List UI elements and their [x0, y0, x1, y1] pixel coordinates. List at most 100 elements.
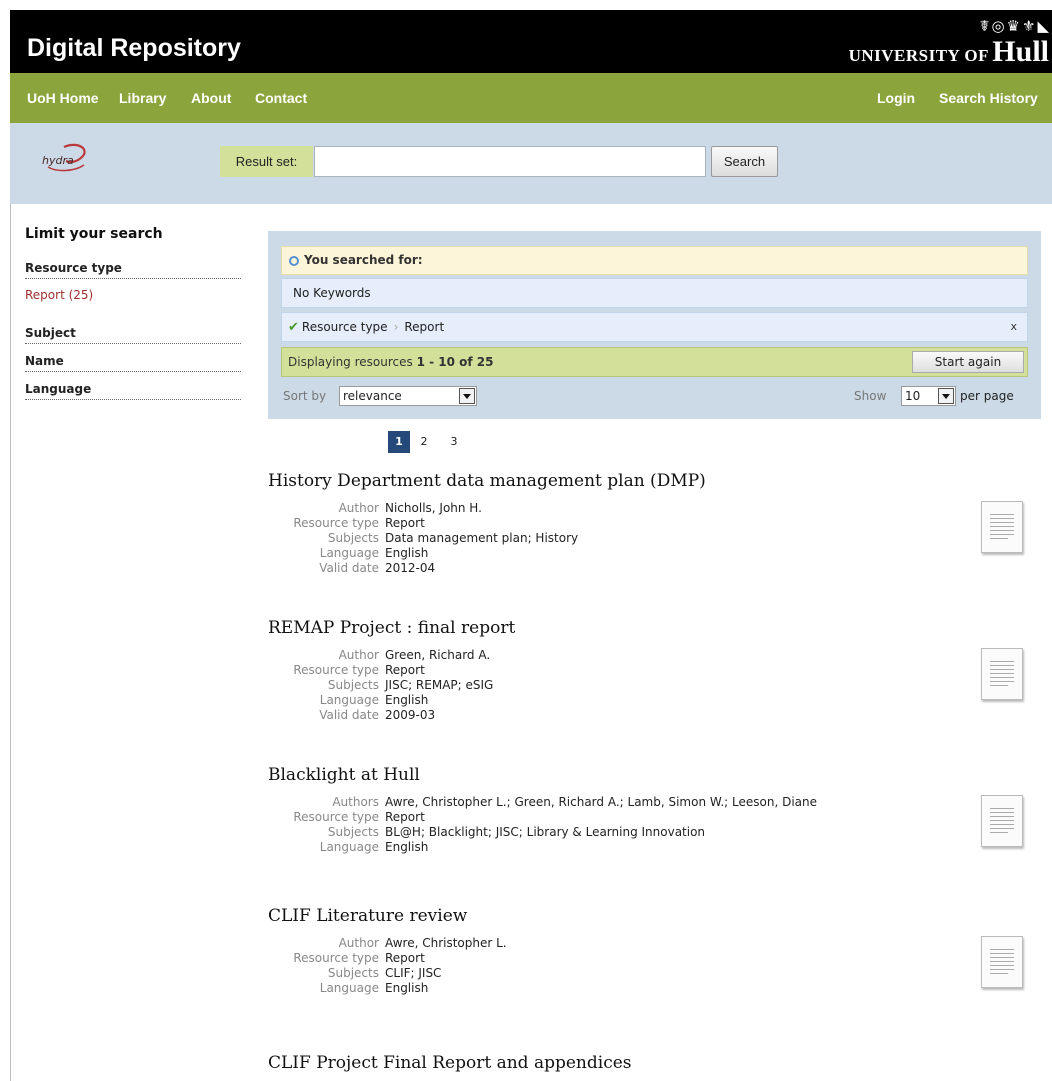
- main-nav: UoH Home Library About Contact Login Sea…: [10, 73, 1052, 123]
- field-label: Resource type: [293, 951, 379, 965]
- result-set-label: Result set:: [220, 146, 313, 177]
- remove-constraint-button[interactable]: x: [1010, 313, 1017, 341]
- field-label: Author: [338, 501, 379, 515]
- document-thumbnail-icon[interactable]: [981, 795, 1023, 847]
- hydra-logo-text: hydra: [42, 154, 74, 167]
- site-title[interactable]: Digital Repository: [27, 34, 241, 63]
- results-count-bar: Displaying resources 1 - 10 of 25 Start …: [281, 347, 1028, 377]
- page-2[interactable]: 2: [413, 431, 435, 453]
- document-thumbnail-icon[interactable]: [981, 936, 1023, 988]
- no-keywords: No Keywords: [281, 278, 1028, 308]
- facet-sidebar: Limit your search Resource type Report (…: [25, 226, 241, 400]
- constraint-field: Resource type: [301, 320, 388, 334]
- per-page-selected-value: 10: [905, 389, 921, 403]
- page-3[interactable]: 3: [443, 431, 465, 453]
- field-value: Awre, Christopher L.; Green, Richard A.;…: [385, 795, 818, 809]
- facet-subject[interactable]: Subject: [25, 326, 241, 344]
- result-title[interactable]: REMAP Project : final report: [268, 618, 1028, 640]
- checkmark-icon: ✔: [288, 320, 299, 335]
- field-value: English: [385, 546, 429, 560]
- document-thumbnail-icon[interactable]: [981, 648, 1023, 700]
- search-constraints-panel: You searched for: No Keywords ✔ Resource …: [268, 231, 1041, 419]
- nav-contact[interactable]: Contact: [255, 90, 307, 106]
- result-item: CLIF Project Final Report and appendices: [268, 1053, 1028, 1075]
- university-logo-big-text: Hull: [992, 35, 1049, 68]
- sort-by-label: Sort by: [283, 389, 327, 403]
- field-value: BL@H; Blacklight; JISC; Library & Learni…: [385, 825, 706, 839]
- field-value: English: [385, 981, 429, 995]
- nav-library[interactable]: Library: [119, 90, 166, 106]
- field-value: Data management plan; History: [385, 531, 579, 545]
- result-item: History Department data management plan …: [268, 471, 1028, 576]
- limit-search-heading: Limit your search: [25, 226, 163, 242]
- magnifier-icon: [289, 256, 299, 266]
- start-again-button[interactable]: Start again: [912, 351, 1024, 373]
- field-label: Language: [319, 981, 379, 995]
- field-value: Report: [385, 663, 425, 677]
- field-value: Green, Richard A.: [385, 648, 491, 662]
- field-label: Authors: [332, 795, 379, 809]
- field-value: Report: [385, 951, 425, 965]
- result-title[interactable]: History Department data management plan …: [268, 471, 1028, 493]
- document-thumbnail-icon[interactable]: [981, 501, 1023, 553]
- field-label: Resource type: [293, 516, 379, 530]
- field-label: Subjects: [327, 825, 379, 839]
- search-bar: hydra Result set: Search: [10, 123, 1052, 204]
- hydra-logo[interactable]: hydra: [34, 139, 96, 179]
- constraint-value: Report: [404, 320, 445, 334]
- result-title[interactable]: Blacklight at Hull: [268, 765, 1028, 787]
- result-item: Blacklight at Hull Authors Awre, Christop…: [268, 765, 1028, 855]
- sort-select[interactable]: relevance: [339, 386, 477, 406]
- constraint-resource-type: ✔ Resource type › Report x: [281, 312, 1028, 342]
- university-logo-small-text: UNIVERSITY OF: [848, 46, 990, 65]
- field-value: Awre, Christopher L.: [385, 936, 507, 950]
- field-value: Report: [385, 516, 425, 530]
- field-label: Valid date: [319, 561, 379, 575]
- facet-resource-type[interactable]: Resource type: [25, 261, 241, 279]
- field-label: Valid date: [319, 708, 379, 722]
- you-searched-for: You searched for:: [281, 246, 1028, 275]
- field-value: English: [385, 693, 429, 707]
- facet-language[interactable]: Language: [25, 382, 241, 400]
- site-header: Digital Repository ☤◎♛⚜◣ UNIVERSITY OF H…: [10, 10, 1052, 73]
- field-label: Resource type: [293, 663, 379, 677]
- nav-login[interactable]: Login: [877, 90, 915, 106]
- result-title[interactable]: CLIF Project Final Report and appendices: [268, 1053, 1028, 1075]
- field-label: Language: [319, 693, 379, 707]
- field-value: English: [385, 840, 429, 854]
- field-label: Language: [319, 840, 379, 854]
- result-set-input[interactable]: [314, 146, 706, 177]
- nav-about[interactable]: About: [191, 90, 231, 106]
- separator-icon: ›: [393, 320, 399, 334]
- field-label: Subjects: [327, 966, 379, 980]
- field-value: JISC; REMAP; eSIG: [385, 678, 494, 692]
- field-label: Author: [338, 936, 379, 950]
- page-1[interactable]: 1: [388, 431, 410, 453]
- field-label: Author: [338, 648, 379, 662]
- facet-name[interactable]: Name: [25, 354, 241, 372]
- field-label: Resource type: [293, 810, 379, 824]
- nav-search-history[interactable]: Search History: [939, 90, 1038, 106]
- result-title[interactable]: CLIF Literature review: [268, 906, 1028, 928]
- field-value: Report: [385, 810, 425, 824]
- per-page-label: per page: [960, 389, 1014, 403]
- show-label: Show: [854, 389, 887, 403]
- searched-for-label: You searched for:: [304, 253, 423, 267]
- dropdown-arrow-icon[interactable]: [938, 388, 954, 404]
- facet-value-report[interactable]: Report (25): [25, 288, 241, 303]
- dropdown-arrow-icon[interactable]: [459, 388, 475, 404]
- sort-selected-value: relevance: [343, 389, 402, 403]
- nav-uoh-home[interactable]: UoH Home: [27, 90, 99, 106]
- university-logo[interactable]: UNIVERSITY OF Hull: [849, 35, 1049, 69]
- field-value: 2009-03: [385, 708, 436, 722]
- search-button[interactable]: Search: [711, 146, 778, 177]
- per-page-select[interactable]: 10: [901, 386, 956, 406]
- result-item: CLIF Literature review Author Awre, Chris…: [268, 906, 1028, 996]
- university-crest-icon: ☤◎♛⚜◣: [979, 17, 1051, 35]
- field-label: Language: [319, 546, 379, 560]
- displaying-prefix: Displaying resources: [288, 355, 413, 369]
- field-label: Subjects: [327, 678, 379, 692]
- displaying-range: 1 - 10 of 25: [416, 355, 494, 369]
- field-label: Subjects: [327, 531, 379, 545]
- field-value: CLIF; JISC: [385, 966, 442, 980]
